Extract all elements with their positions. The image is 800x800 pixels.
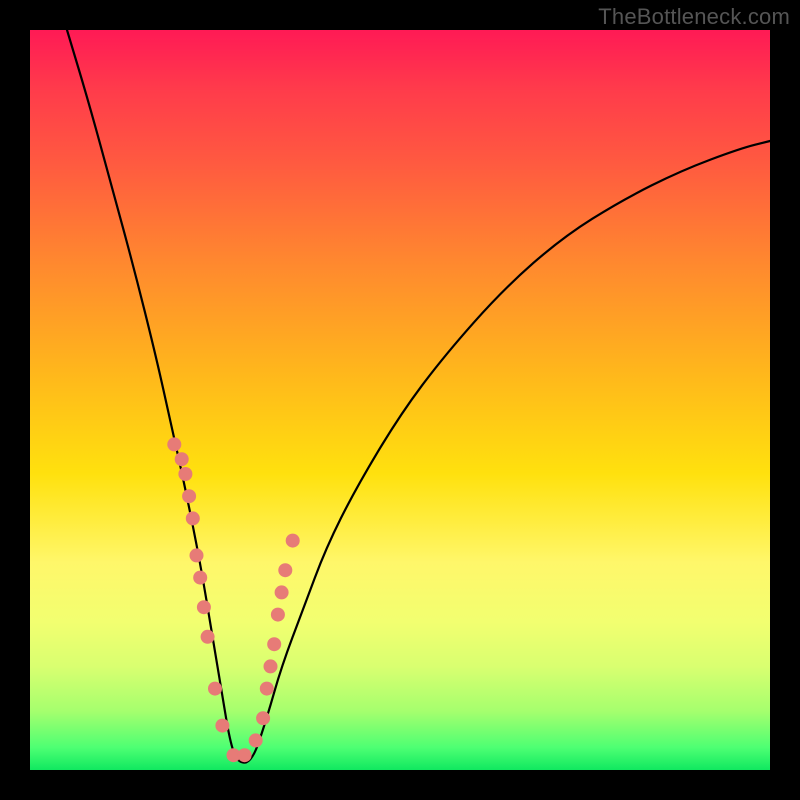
scatter-dot xyxy=(249,733,263,747)
scatter-dot xyxy=(215,719,229,733)
scatter-dot xyxy=(238,748,252,762)
plot-area xyxy=(30,30,770,770)
scatter-dot xyxy=(175,452,189,466)
scatter-dot xyxy=(167,437,181,451)
scatter-dot xyxy=(260,682,274,696)
scatter-dot xyxy=(267,637,281,651)
scatter-points xyxy=(167,437,299,762)
scatter-dot xyxy=(190,548,204,562)
scatter-dot xyxy=(197,600,211,614)
bottleneck-curve xyxy=(67,30,770,763)
scatter-dot xyxy=(201,630,215,644)
chart-svg xyxy=(30,30,770,770)
chart-frame: TheBottleneck.com xyxy=(0,0,800,800)
scatter-dot xyxy=(208,682,222,696)
scatter-dot xyxy=(278,563,292,577)
scatter-dot xyxy=(256,711,270,725)
watermark-text: TheBottleneck.com xyxy=(598,4,790,30)
scatter-dot xyxy=(275,585,289,599)
scatter-dot xyxy=(186,511,200,525)
scatter-dot xyxy=(264,659,278,673)
scatter-dot xyxy=(286,534,300,548)
scatter-dot xyxy=(178,467,192,481)
scatter-dot xyxy=(193,571,207,585)
scatter-dot xyxy=(271,608,285,622)
scatter-dot xyxy=(182,489,196,503)
